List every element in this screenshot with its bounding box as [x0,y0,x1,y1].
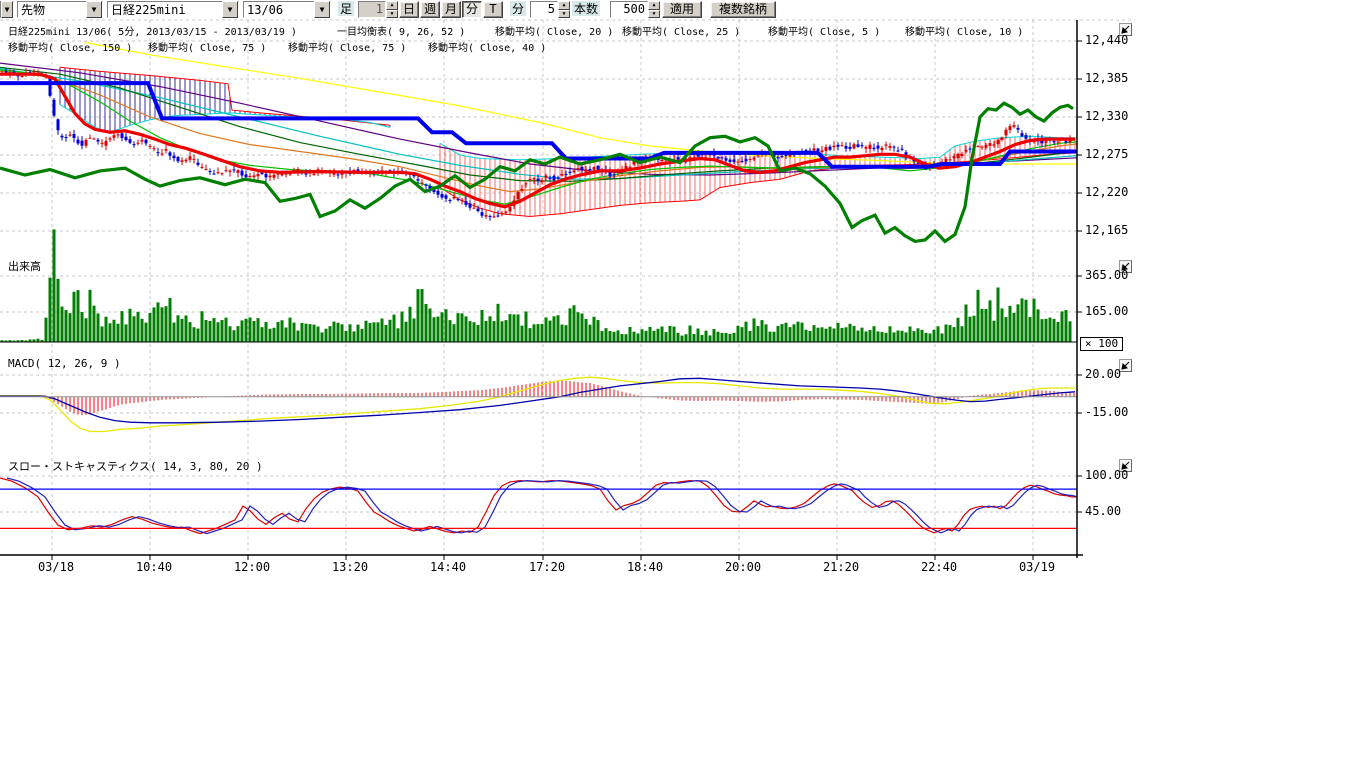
x-axis-label: 03/19 [1019,560,1055,574]
indicator-ma75b-label: 移動平均( Close, 75 ) [288,39,406,54]
y-axis-label: 165.00 [1085,304,1128,318]
indicator-ma150-label: 移動平均( Close, 150 ) [8,39,132,54]
x-axis-label: 17:20 [529,560,565,574]
x-axis-label: 13:20 [332,560,368,574]
y-axis-label: 45.00 [1085,504,1121,518]
x-axis-label: 03/18 [38,560,74,574]
indicator-ma40-label: 移動平均( Close, 40 ) [428,39,546,54]
indicator-ma20-label: 移動平均( Close, 20 ) [495,23,613,38]
chart-canvas[interactable] [0,0,1366,768]
indicator-ma5-label: 移動平均( Close, 5 ) [768,23,880,38]
y-axis-label: -15.00 [1085,405,1128,419]
x-axis-label: 10:40 [136,560,172,574]
x-axis-label: 14:40 [430,560,466,574]
x-axis-label: 21:20 [823,560,859,574]
volume-pane-label: 出来高 [8,258,41,274]
chart-title: 日経225mini 13/06( 5分, 2013/03/15 - 2013/0… [8,23,297,38]
volume-multiplier-badge: × 100 [1080,337,1123,351]
macd-pane-label: MACD( 12, 26, 9 ) [8,357,121,370]
x-axis-label: 18:40 [627,560,663,574]
y-axis-label: 12,275 [1085,147,1128,161]
y-axis-label: 12,220 [1085,185,1128,199]
indicator-ma75-label: 移動平均( Close, 75 ) [148,39,266,54]
x-axis-label: 20:00 [725,560,761,574]
y-axis-label: 20.00 [1085,367,1121,381]
chart-application: ▼ 先物 ▼ 日経225mini ▼ 13/06 ▼ 足 1 ▲▼ 日 週 月 … [0,0,1366,768]
arrow-down-left-icon [1120,360,1131,371]
y-axis-label: 12,165 [1085,223,1128,237]
y-axis-label: 12,385 [1085,71,1128,85]
y-axis-label: 100.00 [1085,468,1128,482]
stoch-pane-label: スロー・ストキャスティクス( 14, 3, 80, 20 ) [8,458,263,474]
x-axis-label: 22:40 [921,560,957,574]
x-axis-label: 12:00 [234,560,270,574]
y-axis-label: 12,330 [1085,109,1128,123]
indicator-ma10-label: 移動平均( Close, 10 ) [905,23,1023,38]
y-axis-label: 365.00 [1085,268,1128,282]
y-axis-label: 12,440 [1085,33,1128,47]
indicator-ichimoku-label: 一目均衡表( 9, 26, 52 ) [337,23,465,38]
indicator-ma25-label: 移動平均( Close, 25 ) [622,23,740,38]
